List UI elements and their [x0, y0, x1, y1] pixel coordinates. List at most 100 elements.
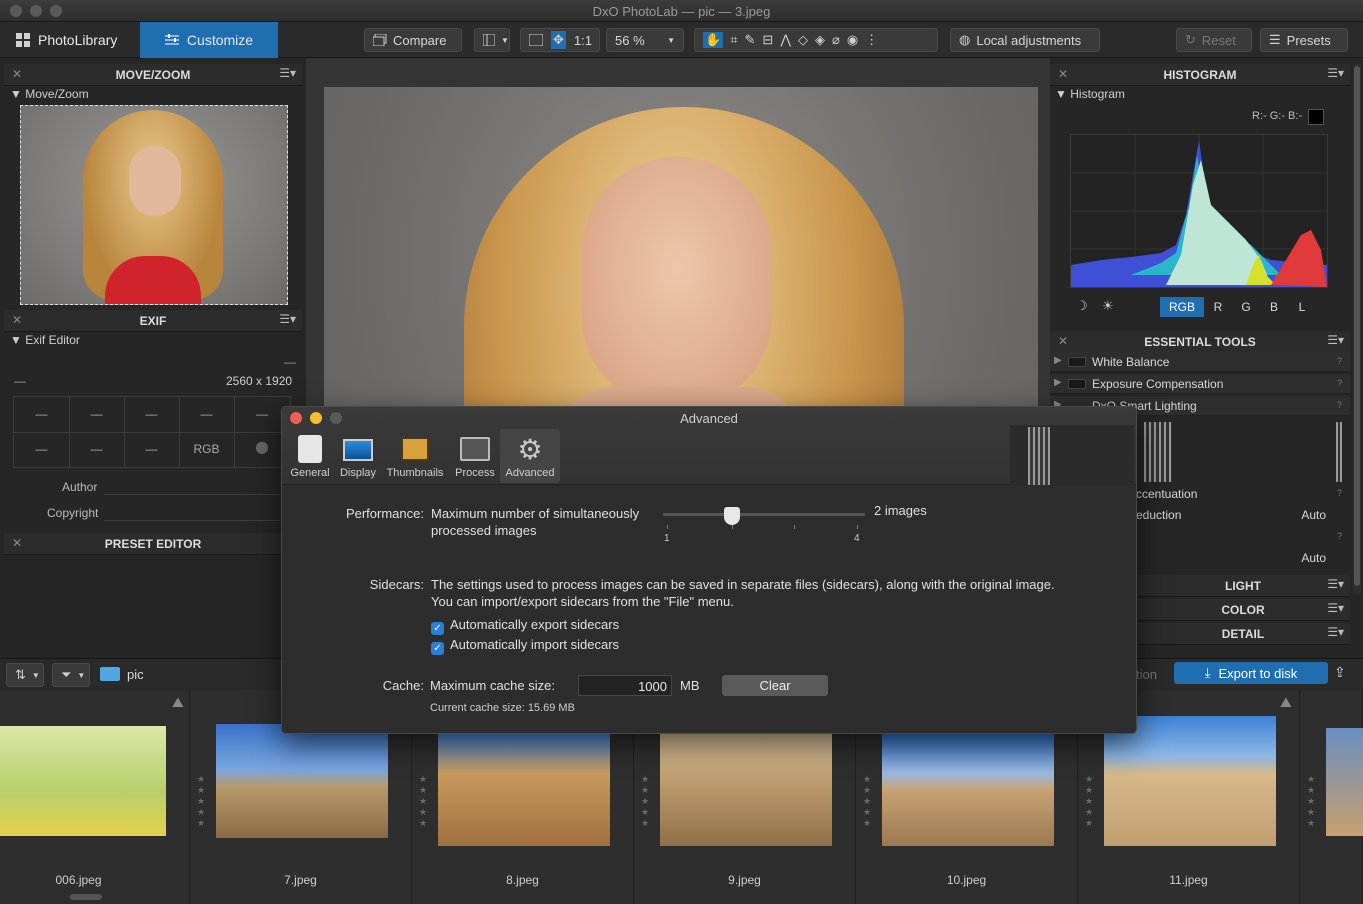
- tab-advanced[interactable]: ⚙ Advanced: [500, 429, 560, 483]
- navigator-thumbnail[interactable]: [20, 105, 288, 305]
- tool-row-exposure[interactable]: ▶ Exposure Compensation ?: [1050, 374, 1350, 394]
- partial-button-label[interactable]: tion: [1136, 667, 1157, 682]
- tool-row-white-balance[interactable]: ▶ White Balance ?: [1050, 352, 1350, 372]
- channel-g[interactable]: G: [1236, 297, 1256, 317]
- hand-icon[interactable]: ✋: [703, 32, 724, 48]
- panel-menu-icon[interactable]: ☰▾: [1327, 601, 1344, 615]
- copyright-field[interactable]: [104, 520, 280, 521]
- eyedropper-icon[interactable]: ✎: [745, 32, 756, 48]
- close-icon[interactable]: ✕: [1058, 334, 1068, 348]
- help-icon[interactable]: ?: [1337, 400, 1342, 410]
- move-icon[interactable]: ✥: [551, 31, 566, 49]
- layout-dropdown[interactable]: ▼: [474, 28, 510, 52]
- filmstrip-scrollbar[interactable]: [70, 894, 102, 900]
- thumbnail-cell[interactable]: ★ ★ ★ ★ ★: [1300, 690, 1363, 904]
- export-to-disk-button[interactable]: ⤓ Export to disk: [1174, 662, 1328, 684]
- tab-photolibrary[interactable]: PhotoLibrary: [0, 22, 140, 58]
- crop-icon[interactable]: ⌗: [730, 32, 737, 48]
- help-icon[interactable]: ?: [1337, 488, 1342, 498]
- tool-row-partial[interactable]: eduction Auto: [1136, 507, 1350, 525]
- panel-menu-icon[interactable]: ☰▾: [279, 66, 296, 80]
- thumbnail-image: [216, 724, 388, 838]
- cache-label: Cache:: [382, 678, 424, 693]
- right-panel-scrollbar[interactable]: [1353, 64, 1361, 594]
- tool-label: eduction: [1136, 508, 1182, 522]
- local-adjustments-button[interactable]: ◍ Local adjustments: [950, 28, 1100, 52]
- tab-general[interactable]: General: [288, 429, 332, 483]
- detail-title: DETAIL: [1221, 626, 1265, 641]
- light-section[interactable]: LIGHT ☰▾: [1136, 575, 1350, 597]
- filter-dropdown[interactable]: ⏷ ▼: [52, 663, 90, 687]
- share-icon[interactable]: ⇪: [1334, 664, 1346, 681]
- tab-thumbnails[interactable]: Thumbnails: [384, 429, 446, 483]
- close-icon[interactable]: ✕: [1058, 67, 1068, 81]
- copyright-label: Copyright: [47, 506, 99, 520]
- essential-tools-header: ✕ ESSENTIAL TOOLS ☰▾: [1050, 331, 1350, 353]
- tool-label: White Balance: [1092, 355, 1170, 369]
- performance-slider-track[interactable]: [663, 513, 865, 516]
- panel-menu-icon[interactable]: ☰▾: [1327, 66, 1344, 80]
- exif-subheader[interactable]: ▼ Exif Editor: [10, 333, 80, 347]
- checkmark-icon: ✓: [431, 622, 444, 635]
- shadow-clipping-icon[interactable]: ☽: [1076, 298, 1088, 314]
- thumbnail-cell[interactable]: ⛰ 006.jpeg: [0, 690, 190, 904]
- rating-stars[interactable]: ★ ★ ★ ★ ★: [862, 774, 872, 829]
- mask-icon[interactable]: ⋮: [865, 32, 878, 48]
- reset-button[interactable]: ↻ Reset: [1176, 28, 1252, 52]
- eye-icon[interactable]: ◉: [847, 32, 858, 48]
- author-field[interactable]: [104, 494, 280, 495]
- color-section[interactable]: COLOR ☰▾: [1136, 599, 1350, 621]
- rating-stars[interactable]: ★ ★ ★ ★ ★: [418, 774, 428, 829]
- volume-icon[interactable]: ◈: [815, 32, 825, 48]
- perspective-icon[interactable]: ⋀: [780, 32, 791, 48]
- panel-menu-icon[interactable]: ☰▾: [1327, 333, 1344, 347]
- help-icon[interactable]: ?: [1337, 378, 1342, 388]
- help-icon[interactable]: ?: [1337, 531, 1342, 541]
- exif-cell: —: [35, 442, 48, 456]
- zoom-100-button[interactable]: 1:1: [574, 33, 592, 48]
- movezoom-subheader[interactable]: ▼ Move/Zoom: [10, 87, 89, 101]
- channel-b[interactable]: B: [1264, 297, 1284, 317]
- compare-button[interactable]: Compare: [364, 28, 462, 52]
- panel-menu-icon[interactable]: ☰▾: [1327, 577, 1344, 591]
- export-sidecars-checkbox[interactable]: ✓ Automatically export sidecars: [431, 617, 619, 635]
- tool-row-partial[interactable]: Auto: [1136, 550, 1350, 568]
- folder-name[interactable]: pic: [127, 667, 144, 682]
- tab-display[interactable]: Display: [336, 429, 380, 483]
- close-icon[interactable]: ✕: [12, 313, 22, 327]
- import-sidecars-checkbox[interactable]: ✓ Automatically import sidecars: [431, 637, 619, 655]
- tool-toggle[interactable]: [1068, 357, 1086, 367]
- tool-label: ccentuation: [1136, 487, 1198, 501]
- channel-rgb[interactable]: RGB: [1160, 297, 1204, 317]
- tab-process[interactable]: Process: [452, 429, 498, 483]
- detail-section[interactable]: DETAIL ☰▾: [1136, 623, 1350, 645]
- reshape-icon[interactable]: ◇: [798, 32, 808, 48]
- rating-stars[interactable]: ★ ★ ★ ★ ★: [1084, 774, 1094, 829]
- performance-slider-thumb[interactable]: [724, 507, 740, 525]
- tool-row-partial[interactable]: ccentuation ?: [1136, 486, 1350, 504]
- repair-icon[interactable]: ⌀: [832, 32, 840, 48]
- close-icon[interactable]: ✕: [12, 536, 22, 550]
- horizon-icon[interactable]: ⊟: [762, 32, 773, 48]
- fit-screen-icon[interactable]: [529, 34, 543, 46]
- sort-dropdown[interactable]: ⇅ ▼: [6, 663, 44, 687]
- thumbnail-image: [1104, 716, 1276, 846]
- rating-stars[interactable]: ★ ★ ★ ★ ★: [640, 774, 650, 829]
- highlight-clipping-icon[interactable]: ☀: [1102, 298, 1114, 314]
- tab-customize[interactable]: Customize: [140, 22, 278, 58]
- channel-r[interactable]: R: [1208, 297, 1228, 317]
- panel-menu-icon[interactable]: ☰▾: [279, 312, 296, 326]
- rating-stars[interactable]: ★ ★ ★ ★ ★: [1306, 774, 1316, 829]
- tool-toggle[interactable]: [1068, 379, 1086, 389]
- close-icon[interactable]: ✕: [12, 67, 22, 81]
- help-icon[interactable]: ?: [1337, 356, 1342, 366]
- tool-row-partial[interactable]: ?: [1136, 529, 1350, 547]
- panel-menu-icon[interactable]: ☰▾: [1327, 625, 1344, 639]
- clear-cache-button[interactable]: Clear: [722, 675, 828, 696]
- zoom-dropdown[interactable]: 56 % ▼: [606, 28, 684, 52]
- histogram-subheader[interactable]: ▼ Histogram: [1055, 87, 1125, 101]
- cache-size-input[interactable]: 1000: [578, 675, 672, 696]
- channel-l[interactable]: L: [1292, 297, 1312, 317]
- presets-button[interactable]: ☰ Presets: [1260, 28, 1348, 52]
- rating-stars[interactable]: ★ ★ ★ ★ ★: [196, 774, 206, 829]
